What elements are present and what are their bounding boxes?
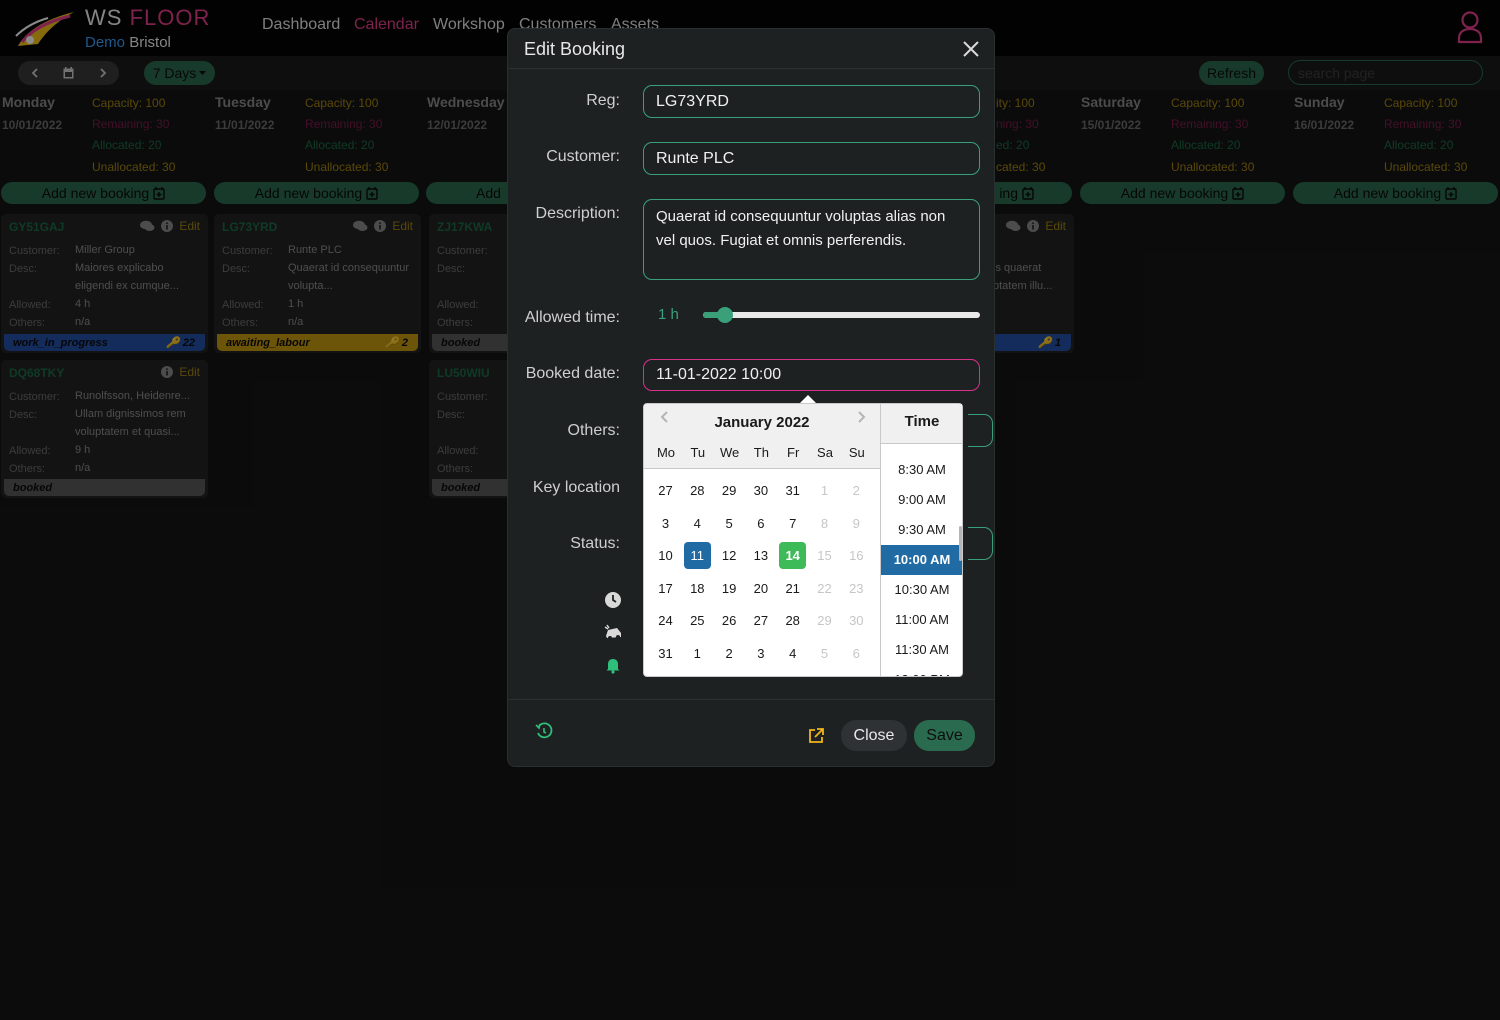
calendar-day[interactable]: 29 xyxy=(716,477,743,504)
calendar-day: 23 xyxy=(849,580,864,596)
calendar-day[interactable]: 21 xyxy=(779,575,806,602)
calendar-day[interactable]: 25 xyxy=(684,607,711,634)
day-name-we: We xyxy=(719,445,740,460)
allowed-time-value: 1 h xyxy=(658,306,679,323)
customer-label: Customer: xyxy=(546,148,620,165)
time-option[interactable]: 9:30 AM xyxy=(881,515,962,545)
calendar-day[interactable]: 20 xyxy=(747,575,774,602)
calendar-day[interactable]: 6 xyxy=(747,510,774,537)
status-label: Status: xyxy=(570,535,620,552)
others-input[interactable] xyxy=(968,414,993,447)
modal-title: Edit Booking xyxy=(524,39,626,59)
allowed-time-slider[interactable] xyxy=(703,307,980,323)
time-option[interactable]: 8:30 AM xyxy=(881,455,962,485)
calendar-day: 6 xyxy=(852,646,860,661)
calendar-day[interactable]: 1 xyxy=(684,640,711,667)
reg-input[interactable]: LG73YRD xyxy=(643,85,980,118)
day-name-su: Su xyxy=(848,445,865,460)
booked-date-label: Booked date: xyxy=(525,365,620,382)
close-button[interactable]: Close xyxy=(841,720,907,751)
day-name-th: Th xyxy=(753,445,769,460)
time-option[interactable]: 11:00 AM xyxy=(881,605,962,635)
datepicker-header: January 2022 Mo Tu We Th Fr Sa Su xyxy=(644,404,880,469)
close-icon[interactable] xyxy=(961,39,981,59)
calendar-day[interactable]: 31 xyxy=(779,477,806,504)
calendar-day[interactable]: 5 xyxy=(716,510,743,537)
calendar-day[interactable]: 24 xyxy=(652,607,679,634)
key-location-label: Key location xyxy=(532,479,620,496)
calendar-day[interactable]: 17 xyxy=(652,575,679,602)
clock-icon[interactable] xyxy=(604,591,622,609)
booked-date-input[interactable]: 11-01-2022 10:00 xyxy=(643,359,980,391)
modal-header: Edit Booking xyxy=(508,29,994,69)
calendar-day[interactable]: 4 xyxy=(684,510,711,537)
calendar-day: 15 xyxy=(817,548,832,564)
calendar-day: 8 xyxy=(820,515,829,531)
time-header: Time xyxy=(881,404,962,444)
others-label: Others: xyxy=(567,422,620,439)
time-option[interactable]: 11:30 AM xyxy=(881,635,962,665)
calendar-day[interactable]: 14 xyxy=(779,542,807,570)
day-name-fr: Fr xyxy=(787,445,800,460)
day-name-tu: Tu xyxy=(690,445,706,460)
modal-footer-divider xyxy=(508,699,994,700)
calendar-day: 9 xyxy=(852,515,860,531)
calendar-day: 16 xyxy=(849,548,864,564)
day-name-sa: Sa xyxy=(817,445,833,460)
calendar-day: 5 xyxy=(820,646,829,661)
bell-icon[interactable] xyxy=(604,656,622,674)
calendar-day[interactable]: 12 xyxy=(716,542,743,569)
calendar-day: 2 xyxy=(852,483,860,498)
time-scrollbar[interactable] xyxy=(959,526,962,561)
customer-input[interactable]: Runte PLC xyxy=(643,142,980,175)
slider-thumb[interactable] xyxy=(717,307,734,323)
day-name-mo: Mo xyxy=(656,445,676,460)
car-crash-icon[interactable] xyxy=(604,624,624,642)
calendar-day[interactable]: 27 xyxy=(747,607,774,634)
calendar-day[interactable]: 10 xyxy=(652,542,679,569)
calendar-day: 29 xyxy=(817,613,832,629)
calendar-day[interactable]: 13 xyxy=(747,542,774,569)
time-option[interactable]: 12:00 PM xyxy=(881,665,962,676)
history-icon[interactable] xyxy=(535,722,553,740)
datepicker-calendar: January 2022 Mo Tu We Th Fr Sa Su 27 28 29 30 31 1 2… xyxy=(644,404,880,676)
calendar-day[interactable]: 4 xyxy=(779,640,806,667)
datepicker-time-list: 8:00 AM8:30 AM9:00 AM9:30 AM10:00 AM10:3… xyxy=(880,404,962,676)
save-button[interactable]: Save xyxy=(914,720,975,751)
calendar-day[interactable]: 31 xyxy=(652,640,679,667)
external-link-icon[interactable] xyxy=(807,727,825,745)
calendar-day[interactable]: 30 xyxy=(747,477,774,504)
calendar-day: 1 xyxy=(820,483,829,498)
calendar-day[interactable]: 18 xyxy=(684,575,711,602)
time-option[interactable]: 9:00 AM xyxy=(881,485,962,515)
next-month-icon[interactable] xyxy=(856,410,866,424)
calendar-day: 22 xyxy=(817,580,832,596)
time-option[interactable]: 10:00 AM xyxy=(881,545,962,575)
description-label: Description: xyxy=(535,205,620,222)
calendar-day[interactable]: 3 xyxy=(652,510,679,537)
reg-label: Reg: xyxy=(586,92,620,109)
calendar-day[interactable]: 7 xyxy=(779,510,806,537)
time-option[interactable]: 10:30 AM xyxy=(881,575,962,605)
calendar-day[interactable]: 11 xyxy=(683,542,711,570)
calendar-day[interactable]: 28 xyxy=(779,607,806,634)
datepicker-popup: January 2022 Mo Tu We Th Fr Sa Su 27 28 29 30 31 1 2… xyxy=(643,403,963,677)
calendar-day[interactable]: 28 xyxy=(684,477,711,504)
calendar-day: 30 xyxy=(849,613,864,629)
calendar-day[interactable]: 19 xyxy=(716,575,743,602)
datepicker-month-title: January 2022 xyxy=(714,414,810,431)
status-select[interactable] xyxy=(968,527,993,560)
calendar-day[interactable]: 26 xyxy=(716,607,743,634)
calendar-day[interactable]: 2 xyxy=(716,640,743,667)
calendar-day[interactable]: 27 xyxy=(652,477,679,504)
calendar-day[interactable]: 3 xyxy=(747,640,774,667)
allowed-time-label: Allowed time: xyxy=(524,309,620,326)
description-textarea[interactable]: Quaerat id consequuntur voluptas alias n… xyxy=(643,199,980,280)
